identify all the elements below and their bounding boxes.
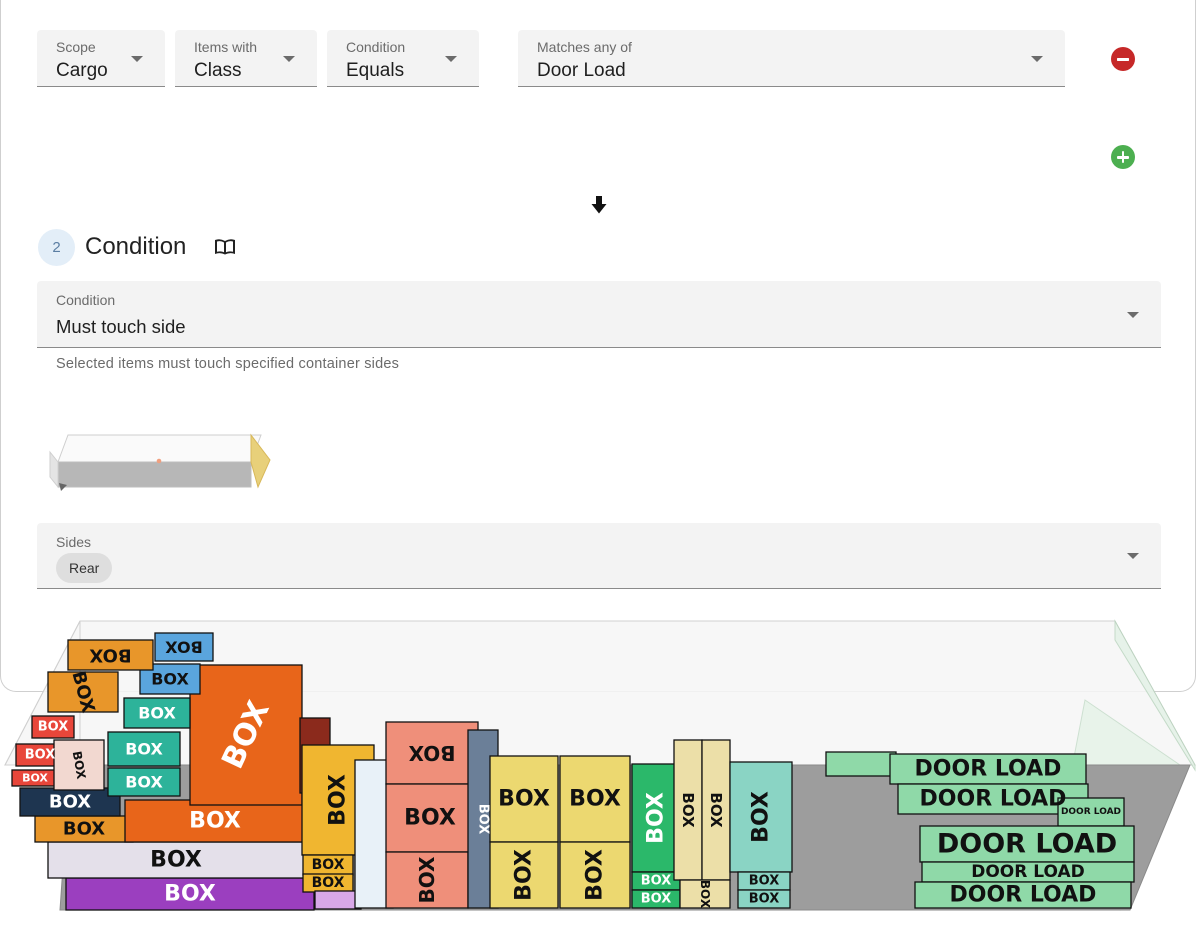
- cargo-box-label: BOX: [498, 787, 550, 812]
- container-side-diagram: [49, 433, 271, 491]
- door-load-box: [825, 751, 897, 777]
- door-load-box-label: DOOR LOAD: [950, 883, 1097, 908]
- cargo-box-label: BOX: [476, 804, 491, 835]
- step-number-badge: 2: [38, 229, 75, 266]
- scope-select[interactable]: Scope Cargo: [37, 30, 165, 87]
- door-load-box-label: DOOR LOAD: [915, 757, 1062, 782]
- cargo-box-label: BOX: [583, 849, 608, 901]
- cargo-box-label: BOX: [749, 892, 780, 907]
- remove-circle-icon[interactable]: [1111, 47, 1135, 71]
- door-load-box-label: DOOR LOAD: [1061, 807, 1121, 817]
- cargo-box-label: BOX: [125, 773, 163, 792]
- cargo-box-label: BOX: [165, 638, 203, 657]
- cargo-box-label: BOX: [415, 856, 439, 904]
- matches-any-value: Door Load: [537, 60, 626, 81]
- items-with-label: Items with: [194, 39, 258, 55]
- cargo-box-label: BOX: [151, 670, 189, 689]
- door-load-box-label: DOOR LOAD: [920, 787, 1067, 812]
- cargo-box-label: BOX: [63, 819, 105, 840]
- door-load-box-label: DOOR LOAD: [971, 862, 1085, 882]
- matches-any-select[interactable]: Matches any of Door Load: [518, 30, 1065, 87]
- chevron-down-icon: [131, 56, 143, 62]
- cargo-load-view: BOX BOX BOX BOX BOX BOX BOX BOX BOX BOX BOX BOX BOX B…: [4, 619, 1196, 912]
- cargo-box-label: BOX: [312, 857, 345, 873]
- cargo-box-label: BOX: [25, 748, 56, 763]
- items-with-value: Class: [194, 60, 242, 81]
- sides-select[interactable]: Sides: [37, 523, 1161, 589]
- items-with-select[interactable]: Items with Class: [175, 30, 317, 87]
- cargo-box-label: BOX: [641, 892, 672, 907]
- arrow-down-icon: [591, 196, 607, 214]
- cargo-box-label: BOX: [749, 874, 780, 889]
- matches-any-label: Matches any of: [537, 39, 632, 55]
- cargo-box-label: BOX: [38, 720, 69, 735]
- scope-label: Scope: [56, 39, 96, 55]
- door-load-box-label: DOOR LOAD: [937, 829, 1117, 860]
- sides-label: Sides: [56, 534, 92, 550]
- cargo-box-label: BOX: [749, 791, 774, 843]
- cargo-box-label: BOX: [150, 848, 202, 873]
- chevron-down-icon: [1031, 56, 1043, 62]
- cargo-box-label: BOX: [312, 875, 345, 891]
- cargo-box-label: BOX: [89, 645, 131, 666]
- cargo-box-label: BOX: [512, 849, 537, 901]
- cargo-box-label: BOX: [644, 792, 669, 844]
- cargo-box-label: BOX: [164, 882, 216, 907]
- cargo-box-label: BOX: [408, 741, 456, 765]
- condition-helper-text: Selected items must touch specified cont…: [56, 356, 400, 372]
- chevron-down-icon: [445, 56, 457, 62]
- side-chip-rear[interactable]: Rear: [56, 553, 113, 583]
- step-title: Condition: [85, 233, 187, 260]
- cargo-box-label: BOX: [125, 740, 163, 759]
- chevron-down-icon: [1127, 553, 1139, 559]
- cargo-box-label: BOX: [641, 874, 672, 889]
- cargo-box: [314, 890, 362, 910]
- cargo-box-label: BOX: [679, 792, 697, 828]
- cargo-box-label: BOX: [22, 772, 48, 785]
- chevron-down-icon: [283, 56, 295, 62]
- cargo-box-label: BOX: [326, 774, 351, 826]
- cargo-box-label: BOX: [698, 880, 712, 909]
- condition-operator-select[interactable]: Condition Equals: [327, 30, 479, 87]
- cargo-box-label: BOX: [707, 792, 725, 828]
- add-circle-icon[interactable]: [1111, 145, 1135, 169]
- condition-select[interactable]: Condition Must touch side: [37, 281, 1161, 348]
- chevron-down-icon: [1127, 312, 1139, 318]
- cargo-box-label: BOX: [569, 787, 621, 812]
- cargo-box-label: BOX: [404, 806, 456, 831]
- cargo-box-label: BOX: [189, 809, 241, 834]
- cargo-box-label: BOX: [138, 704, 176, 723]
- book-icon[interactable]: [214, 238, 236, 256]
- scope-value: Cargo: [56, 60, 108, 81]
- condition-operator-value: Equals: [346, 60, 405, 81]
- rule-editor-card: Scope Cargo Items with Class Condition E…: [0, 0, 1196, 692]
- condition-operator-label: Condition: [346, 39, 406, 55]
- condition-select-value: Must touch side: [56, 316, 186, 337]
- condition-select-label: Condition: [56, 292, 116, 308]
- cargo-box-label: BOX: [49, 792, 91, 813]
